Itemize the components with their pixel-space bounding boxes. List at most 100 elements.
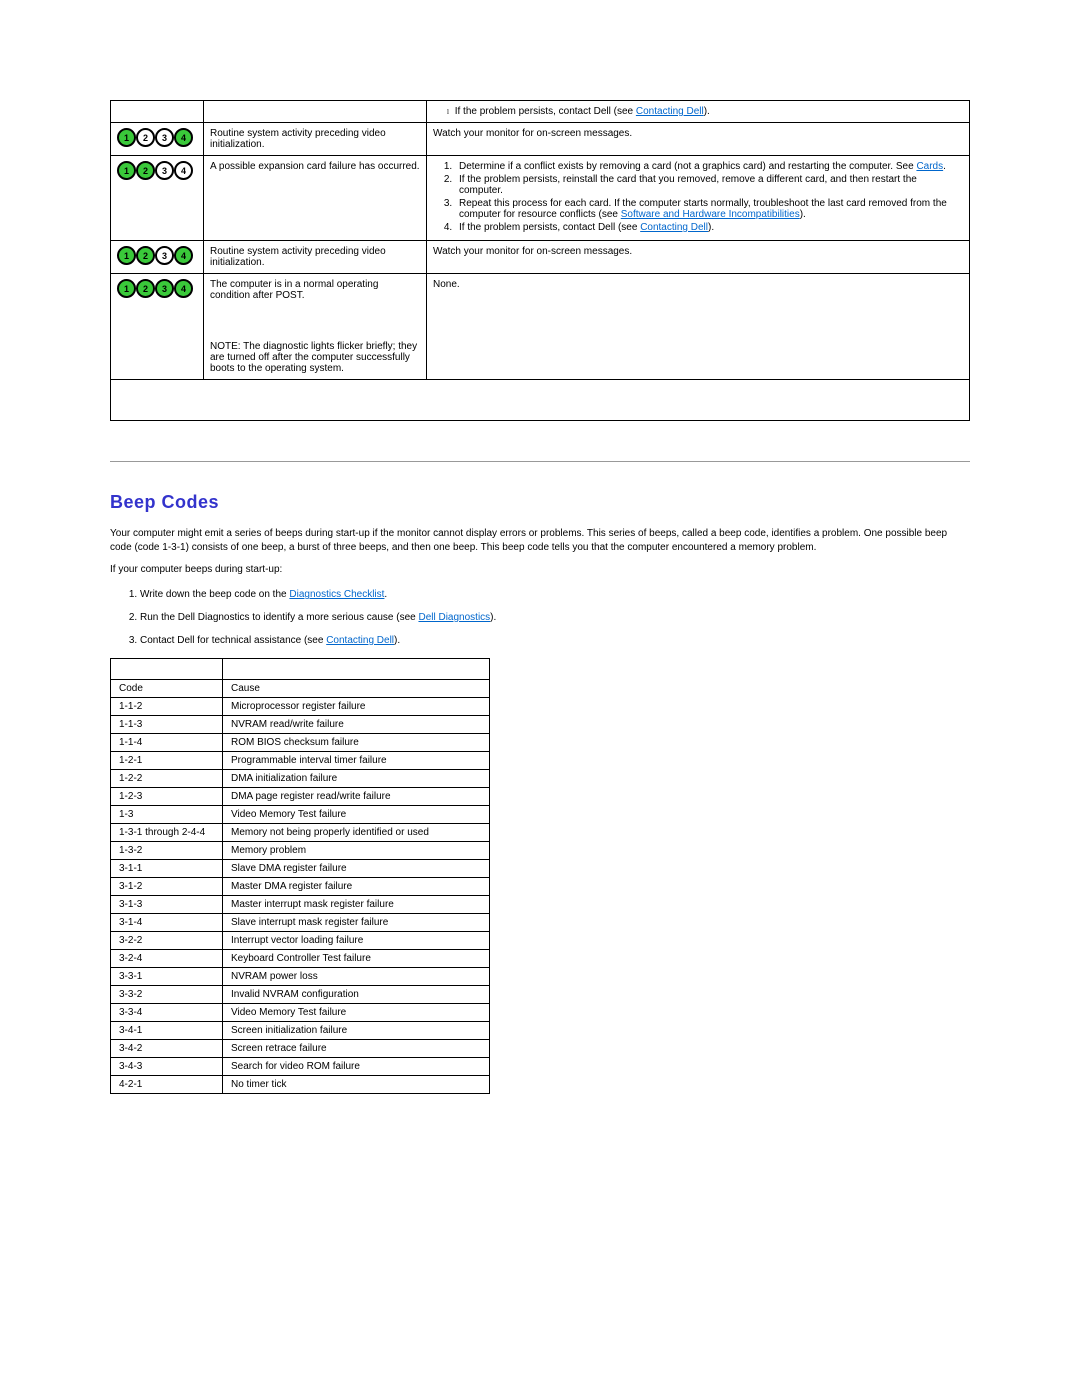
- solution-step: Repeat this process for each card. If th…: [455, 198, 963, 220]
- beep-row: 1-3-2Memory problem: [111, 842, 490, 860]
- beep-cause-cell: Keyboard Controller Test failure: [223, 950, 490, 968]
- diag-description-cell: Routine system activity preceding video …: [204, 123, 427, 156]
- beep-cause-cell: Search for video ROM failure: [223, 1058, 490, 1076]
- diag-light-icon: 4: [174, 279, 193, 298]
- diag-lights-cell: 1234: [111, 156, 204, 241]
- beep-cause-cell: Programmable interval timer failure: [223, 752, 490, 770]
- beep-cause-cell: Interrupt vector loading failure: [223, 932, 490, 950]
- beep-code-cell: 3-3-1: [111, 968, 223, 986]
- beep-row: 1-3-1 through 2-4-4Memory not being prop…: [111, 824, 490, 842]
- beep-cause-cell: NVRAM read/write failure: [223, 716, 490, 734]
- diag-description-cell: [204, 101, 427, 123]
- beep-row: 3-4-1Screen initialization failure: [111, 1022, 490, 1040]
- contacting-dell-link[interactable]: Contacting Dell: [636, 106, 704, 117]
- beep-code-cell: 1-3: [111, 806, 223, 824]
- diag-light-icon: 4: [174, 161, 193, 180]
- beep-step-link[interactable]: Dell Diagnostics: [418, 612, 490, 623]
- beep-header-row: CodeCause: [111, 680, 490, 698]
- diag-description-cell: A possible expansion card failure has oc…: [204, 156, 427, 241]
- beep-row: 3-2-4Keyboard Controller Test failure: [111, 950, 490, 968]
- diag-lights-cell: 1234: [111, 274, 204, 380]
- diag-light-icon: 3: [155, 128, 174, 147]
- beep-row: 1-2-3DMA page register read/write failur…: [111, 788, 490, 806]
- diag-row: 1234Routine system activity preceding vi…: [111, 123, 970, 156]
- beep-step-link[interactable]: Contacting Dell: [326, 635, 394, 646]
- beep-code-cell: 3-2-4: [111, 950, 223, 968]
- diag-solution-cell: Watch your monitor for on-screen message…: [427, 123, 970, 156]
- beep-row: 4-2-1No timer tick: [111, 1076, 490, 1094]
- diag-solution-cell: If the problem persists, contact Dell (s…: [427, 101, 970, 123]
- diag-light-icon: 1: [117, 279, 136, 298]
- beep-code-cell: 3-1-3: [111, 896, 223, 914]
- beep-code-cell: 1-1-4: [111, 734, 223, 752]
- solution-bullet: If the problem persists, contact Dell (s…: [447, 106, 963, 117]
- diag-light-icon: 1: [117, 128, 136, 147]
- beep-cause-cell: Microprocessor register failure: [223, 698, 490, 716]
- diag-light-icon: 2: [136, 246, 155, 265]
- beep-cause-cell: Screen initialization failure: [223, 1022, 490, 1040]
- beep-row: 3-2-2Interrupt vector loading failure: [111, 932, 490, 950]
- beep-step: Write down the beep code on the Diagnost…: [140, 589, 970, 600]
- beep-cause-cell: Master DMA register failure: [223, 878, 490, 896]
- beep-code-cell: 1-1-2: [111, 698, 223, 716]
- beep-row: 3-4-2Screen retrace failure: [111, 1040, 490, 1058]
- beep-code-cell: 3-4-3: [111, 1058, 223, 1076]
- diag-row: 1234The computer is in a normal operatin…: [111, 274, 970, 380]
- beep-header-spacer: [111, 659, 490, 680]
- beep-code-cell: 1-2-2: [111, 770, 223, 788]
- beep-cause-cell: Video Memory Test failure: [223, 806, 490, 824]
- solution-step: If the problem persists, reinstall the c…: [455, 174, 963, 196]
- beep-code-cell: 3-3-2: [111, 986, 223, 1004]
- beep-code-cell: 1-3-2: [111, 842, 223, 860]
- beep-row: 3-1-4Slave interrupt mask register failu…: [111, 914, 490, 932]
- beep-step: Run the Dell Diagnostics to identify a m…: [140, 612, 970, 623]
- diag-row: If the problem persists, contact Dell (s…: [111, 101, 970, 123]
- beep-code-cell: 3-1-4: [111, 914, 223, 932]
- beep-codes-table: CodeCause1-1-2Microprocessor register fa…: [110, 658, 490, 1094]
- section-divider: [110, 461, 970, 462]
- diag-light-icon: 2: [136, 128, 155, 147]
- beep-row: 3-1-2Master DMA register failure: [111, 878, 490, 896]
- beep-codes-heading: Beep Codes: [110, 492, 970, 513]
- diag-light-icon: 4: [174, 128, 193, 147]
- diag-light-icon: 2: [136, 161, 155, 180]
- diag-light-icon: 4: [174, 246, 193, 265]
- beep-cause-cell: DMA page register read/write failure: [223, 788, 490, 806]
- beep-cause-cell: Video Memory Test failure: [223, 1004, 490, 1022]
- beep-cause-cell: No timer tick: [223, 1076, 490, 1094]
- diag-solution-cell: Watch your monitor for on-screen message…: [427, 241, 970, 274]
- diag-description-cell: Routine system activity preceding video …: [204, 241, 427, 274]
- beep-code-cell: 1-3-1 through 2-4-4: [111, 824, 223, 842]
- beep-cause-cell: Memory not being properly identified or …: [223, 824, 490, 842]
- diag-solution-cell: Determine if a conflict exists by removi…: [427, 156, 970, 241]
- cards-link[interactable]: Cards: [916, 161, 943, 172]
- beep-cause-cell: Slave DMA register failure: [223, 860, 490, 878]
- solution-step: If the problem persists, contact Dell (s…: [455, 222, 963, 233]
- beep-cause-cell: NVRAM power loss: [223, 968, 490, 986]
- beep-code-cell: 3-1-2: [111, 878, 223, 896]
- beep-cause-cell: DMA initialization failure: [223, 770, 490, 788]
- beep-if: If your computer beeps during start-up:: [110, 563, 970, 577]
- beep-cause-cell: ROM BIOS checksum failure: [223, 734, 490, 752]
- beep-code-cell: 3-4-2: [111, 1040, 223, 1058]
- diag-row: 1234Routine system activity preceding vi…: [111, 241, 970, 274]
- beep-row: 3-1-3Master interrupt mask register fail…: [111, 896, 490, 914]
- diag-description-cell: The computer is in a normal operating co…: [204, 274, 427, 380]
- beep-steps-list: Write down the beep code on the Diagnost…: [110, 589, 970, 646]
- beep-row: 3-3-4Video Memory Test failure: [111, 1004, 490, 1022]
- beep-header-code: Code: [111, 680, 223, 698]
- beep-cause-cell: Screen retrace failure: [223, 1040, 490, 1058]
- beep-cause-cell: Memory problem: [223, 842, 490, 860]
- beep-cause-cell: Slave interrupt mask register failure: [223, 914, 490, 932]
- contacting-dell-link[interactable]: Contacting Dell: [640, 222, 708, 233]
- diag-lights-cell: 1234: [111, 123, 204, 156]
- beep-row: 1-3Video Memory Test failure: [111, 806, 490, 824]
- diagnostic-lights-table: If the problem persists, contact Dell (s…: [110, 100, 970, 421]
- beep-step-link[interactable]: Diagnostics Checklist: [289, 589, 384, 600]
- diag-empty-row: [111, 380, 970, 421]
- diag-light-icon: 3: [155, 161, 174, 180]
- diag-note: NOTE: The diagnostic lights flicker brie…: [210, 341, 420, 374]
- beep-row: 3-1-1Slave DMA register failure: [111, 860, 490, 878]
- diag-light-icon: 3: [155, 246, 174, 265]
- sw-hw-incompat-link[interactable]: Software and Hardware Incompatibilities: [621, 209, 800, 220]
